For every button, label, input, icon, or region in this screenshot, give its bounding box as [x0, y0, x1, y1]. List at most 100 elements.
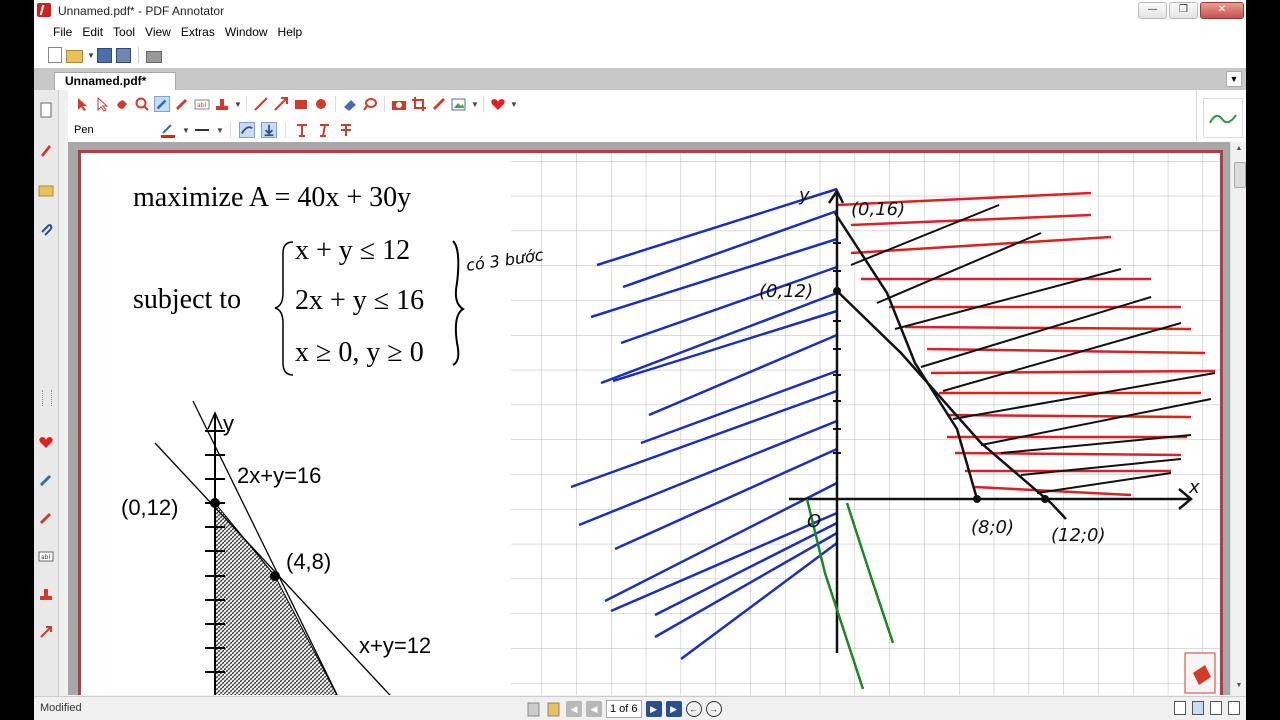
objective-text: maximize A = 40x + 30y — [133, 182, 411, 213]
snap-down-icon[interactable] — [261, 122, 277, 138]
text-font-icon[interactable] — [294, 122, 310, 138]
highlighter-icon[interactable] — [174, 96, 190, 112]
hw-point-0-12: (0,12) — [759, 281, 813, 302]
scroll-down-icon[interactable]: ▼ — [1234, 682, 1244, 692]
heart-favorites-toolbar-icon[interactable] — [490, 96, 506, 112]
two-page-continuous-view-icon[interactable] — [1228, 701, 1240, 715]
view-mode-buttons — [1174, 701, 1240, 715]
tab-list-dropdown-icon[interactable]: ▼ — [1226, 71, 1242, 87]
maximize-button[interactable]: ❐ — [1169, 2, 1198, 19]
stroke-preview-icon — [1209, 114, 1237, 124]
two-page-view-icon[interactable] — [1210, 701, 1222, 715]
pen-tool-icon[interactable] — [154, 96, 170, 112]
folder-icon[interactable] — [38, 182, 54, 198]
pdf-page[interactable]: maximize A = 40x + 30y subject to x + y … — [78, 150, 1223, 695]
line-width-icon[interactable] — [194, 122, 210, 138]
history-forward-icon[interactable] — [546, 701, 562, 717]
scroll-thumb[interactable] — [1234, 162, 1246, 188]
pen-marker-icon[interactable] — [38, 142, 54, 158]
tab-unnamed-pdf[interactable]: Unnamed.pdf* — [54, 72, 176, 90]
camera-icon[interactable] — [391, 96, 407, 112]
lasso-icon[interactable] — [362, 96, 378, 112]
text-strikethrough-icon[interactable] — [338, 122, 354, 138]
eraser-icon[interactable] — [342, 96, 358, 112]
menu-help[interactable]: Help — [273, 22, 308, 42]
insert-image-icon[interactable] — [451, 96, 467, 112]
arrow-tool-icon[interactable] — [273, 96, 289, 112]
attachment-icon[interactable] — [38, 222, 54, 238]
previous-page-button[interactable]: ◀ — [586, 701, 602, 717]
hand-tool-icon[interactable] — [114, 96, 130, 112]
save-icon[interactable] — [97, 47, 112, 63]
save-all-icon[interactable] — [116, 47, 131, 63]
menu-window[interactable]: Window — [220, 22, 273, 42]
vertical-scrollbar[interactable]: ▲ ▼ — [1230, 142, 1246, 695]
smooth-stroke-icon[interactable] — [239, 122, 255, 138]
select-text-icon[interactable] — [94, 96, 110, 112]
toolbar-separator — [138, 47, 139, 63]
minimize-button[interactable]: — — [1138, 2, 1167, 19]
pen-favorite-icon[interactable] — [38, 472, 54, 488]
label-4-8: (4,8) — [286, 549, 331, 574]
constraint-3: x ≥ 0, y ≥ 0 — [295, 337, 424, 368]
image-dropdown-icon[interactable]: ▼ — [471, 100, 479, 109]
heart-favorites-icon[interactable] — [38, 434, 54, 450]
go-back-icon[interactable]: ← — [685, 701, 702, 717]
text-tool-icon[interactable]: abl — [194, 96, 210, 112]
sidebar-resize-grip[interactable] — [42, 390, 52, 406]
continuous-view-icon[interactable] — [1192, 701, 1204, 715]
pen-color-dropdown-icon[interactable]: ▼ — [182, 126, 190, 135]
line-width-dropdown-icon[interactable]: ▼ — [216, 126, 224, 135]
page-indicator[interactable]: 1 of 6 — [606, 700, 642, 718]
hw-point-12-0: (12;0) — [1051, 525, 1105, 546]
stamp-tool-icon[interactable] — [214, 96, 230, 112]
text-box-icon[interactable]: abl — [38, 548, 54, 564]
title-bar: Unnamed.pdf* - PDF Annotator — ❐ ✕ — [34, 0, 1246, 23]
go-forward-icon[interactable]: → — [705, 701, 722, 717]
line-tool-icon[interactable] — [253, 96, 269, 112]
arrow-favorite-icon[interactable] — [38, 624, 54, 640]
menu-tool[interactable]: Tool — [108, 22, 140, 42]
ellipse-tool-icon[interactable] — [313, 96, 329, 112]
menu-edit[interactable]: Edit — [77, 22, 108, 42]
select-arrow-icon[interactable] — [74, 96, 90, 112]
first-page-button[interactable]: ◀ — [566, 701, 582, 717]
history-back-icon[interactable] — [526, 701, 542, 717]
annotation-separator — [230, 122, 231, 138]
print-icon[interactable] — [146, 50, 162, 63]
favorites-dropdown-icon[interactable]: ▼ — [510, 100, 518, 109]
hw-origin-label: O — [807, 511, 821, 532]
hw-point-0-16: (0,16) — [851, 199, 905, 220]
pen-color-icon[interactable] — [160, 122, 176, 138]
pen-preview-box[interactable] — [1203, 98, 1243, 138]
open-folder-icon[interactable] — [66, 50, 83, 63]
annotation-toolbar: abl ▼ ▼ ▼ Pen ▼ ▼ — [68, 90, 1196, 143]
page-thumbnail-icon[interactable] — [38, 102, 54, 118]
stamp-dropdown-icon[interactable]: ▼ — [234, 100, 242, 109]
annotation-separator — [285, 122, 286, 138]
ruler-icon[interactable] — [431, 96, 447, 112]
zoom-icon[interactable] — [134, 96, 150, 112]
menu-file[interactable]: File — [48, 22, 77, 42]
single-page-view-icon[interactable] — [1174, 701, 1186, 715]
pen-preview-panel — [1196, 90, 1246, 142]
crop-icon[interactable] — [411, 96, 427, 112]
text-italic-icon[interactable] — [316, 122, 332, 138]
new-document-icon[interactable] — [48, 47, 62, 63]
main-toolbar: ▼ — [34, 42, 1246, 68]
next-page-button[interactable]: ▶ — [645, 701, 662, 717]
close-button[interactable]: ✕ — [1200, 2, 1244, 19]
last-page-button[interactable]: ▶ — [665, 701, 682, 717]
open-dropdown-icon[interactable]: ▼ — [87, 51, 95, 60]
stamp-icon[interactable] — [38, 586, 54, 602]
constraint-1: x + y ≤ 12 — [295, 235, 410, 266]
annotation-separator — [335, 96, 336, 112]
menu-view[interactable]: View — [140, 22, 176, 42]
marker-favorite-icon[interactable] — [38, 510, 54, 526]
document-view[interactable]: maximize A = 40x + 30y subject to x + y … — [68, 142, 1230, 695]
menu-extras[interactable]: Extras — [176, 22, 220, 42]
label-2x-y-16: 2x+y=16 — [237, 463, 321, 488]
rectangle-tool-icon[interactable] — [293, 96, 309, 112]
scroll-up-icon[interactable]: ▲ — [1234, 145, 1244, 155]
annotation-separator — [483, 96, 484, 112]
